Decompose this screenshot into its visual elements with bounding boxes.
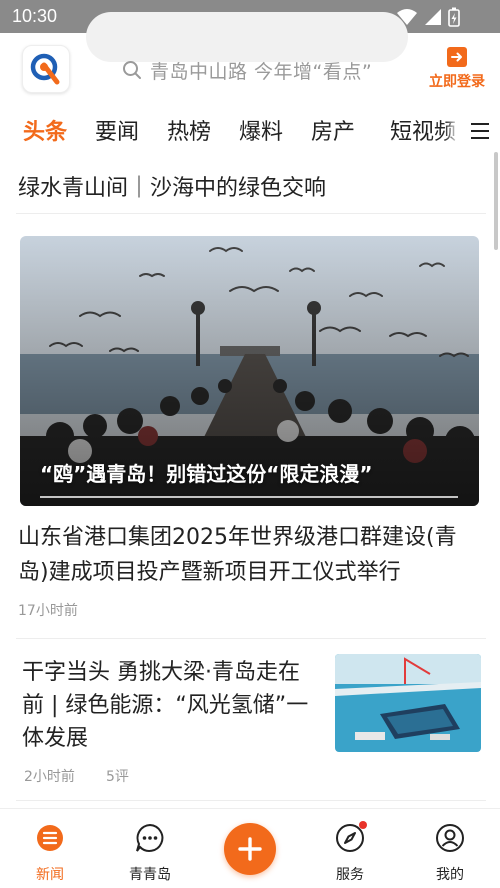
news-time: 2小时前: [24, 769, 75, 785]
search-bar[interactable]: [86, 12, 408, 62]
tab-headlines[interactable]: 头条: [23, 114, 67, 146]
hero-progress-line: [40, 496, 458, 498]
divider: [16, 213, 486, 214]
channel-tabs: 头条 要闻 热榜 爆料 房产 短视频: [0, 108, 500, 154]
news-title: 干字当头 勇挑大梁·青岛走在前 | 绿色能源：“风光氢储”一体发展: [22, 660, 309, 751]
nav-services[interactable]: 服务: [318, 823, 382, 884]
divider: [16, 800, 486, 801]
signal-icon: [425, 9, 441, 25]
nav-qingqingdao[interactable]: 青青岛: [118, 823, 182, 884]
nav-mine-label: 我的: [436, 867, 464, 883]
news-thumbnail: [335, 654, 481, 752]
menu-icon: [471, 123, 489, 139]
news-icon: [37, 825, 63, 851]
status-icons: [396, 7, 460, 27]
article-title[interactable]: 山东省港口集团2025年世界级港口群建设(青岛)建成项目投产暨新项目开工仪式举行: [18, 520, 486, 590]
scrollbar[interactable]: [494, 152, 498, 250]
bottom-nav: 新闻 青青岛 服务 我的: [0, 808, 500, 888]
tab-hot-list[interactable]: 热榜: [167, 114, 211, 146]
nav-news-label: 新闻: [36, 867, 64, 883]
news-list-item[interactable]: 干字当头 勇挑大梁·青岛走在前 | 绿色能源：“风光氢储”一体发展 2小时前 5…: [0, 640, 500, 805]
login-icon: [447, 47, 467, 67]
hero-caption: “鸥”遇青岛！别错过这份“限定浪漫”: [40, 462, 373, 486]
tab-tips[interactable]: 爆料: [239, 114, 283, 146]
nav-news[interactable]: 新闻: [18, 823, 82, 884]
app-logo[interactable]: [22, 45, 70, 93]
search-placeholder: 青岛中山路 今年增“看点”: [150, 61, 373, 83]
plus-icon: [238, 837, 262, 861]
news-comment-count: 5评: [106, 769, 129, 785]
publish-button[interactable]: [224, 823, 276, 875]
search-icon: [123, 61, 141, 79]
nav-qingqingdao-label: 青青岛: [129, 867, 171, 883]
notification-badge: [359, 821, 367, 829]
nav-mine[interactable]: 我的: [418, 823, 482, 884]
divider: [16, 638, 486, 639]
battery-icon: [448, 7, 460, 27]
tab-important[interactable]: 要闻: [95, 114, 139, 146]
nav-services-label: 服务: [336, 867, 364, 883]
hero-image-card[interactable]: “鸥”遇青岛！别错过这份“限定浪漫”: [20, 236, 479, 506]
user-icon: [436, 824, 464, 852]
status-time: 10:30: [12, 6, 58, 26]
logo-icon: [30, 53, 60, 85]
top-headline[interactable]: 绿水青山间｜沙海中的绿色交响: [18, 170, 326, 202]
chat-icon: [136, 823, 164, 852]
login-label: 立即登录: [429, 74, 485, 90]
tab-real-estate[interactable]: 房产: [311, 114, 355, 146]
channel-menu-button[interactable]: [460, 108, 500, 154]
article-time: 17小时前: [18, 603, 78, 619]
tab-short-video[interactable]: 短视频: [390, 114, 456, 146]
login-button[interactable]: 立即登录: [422, 47, 492, 99]
